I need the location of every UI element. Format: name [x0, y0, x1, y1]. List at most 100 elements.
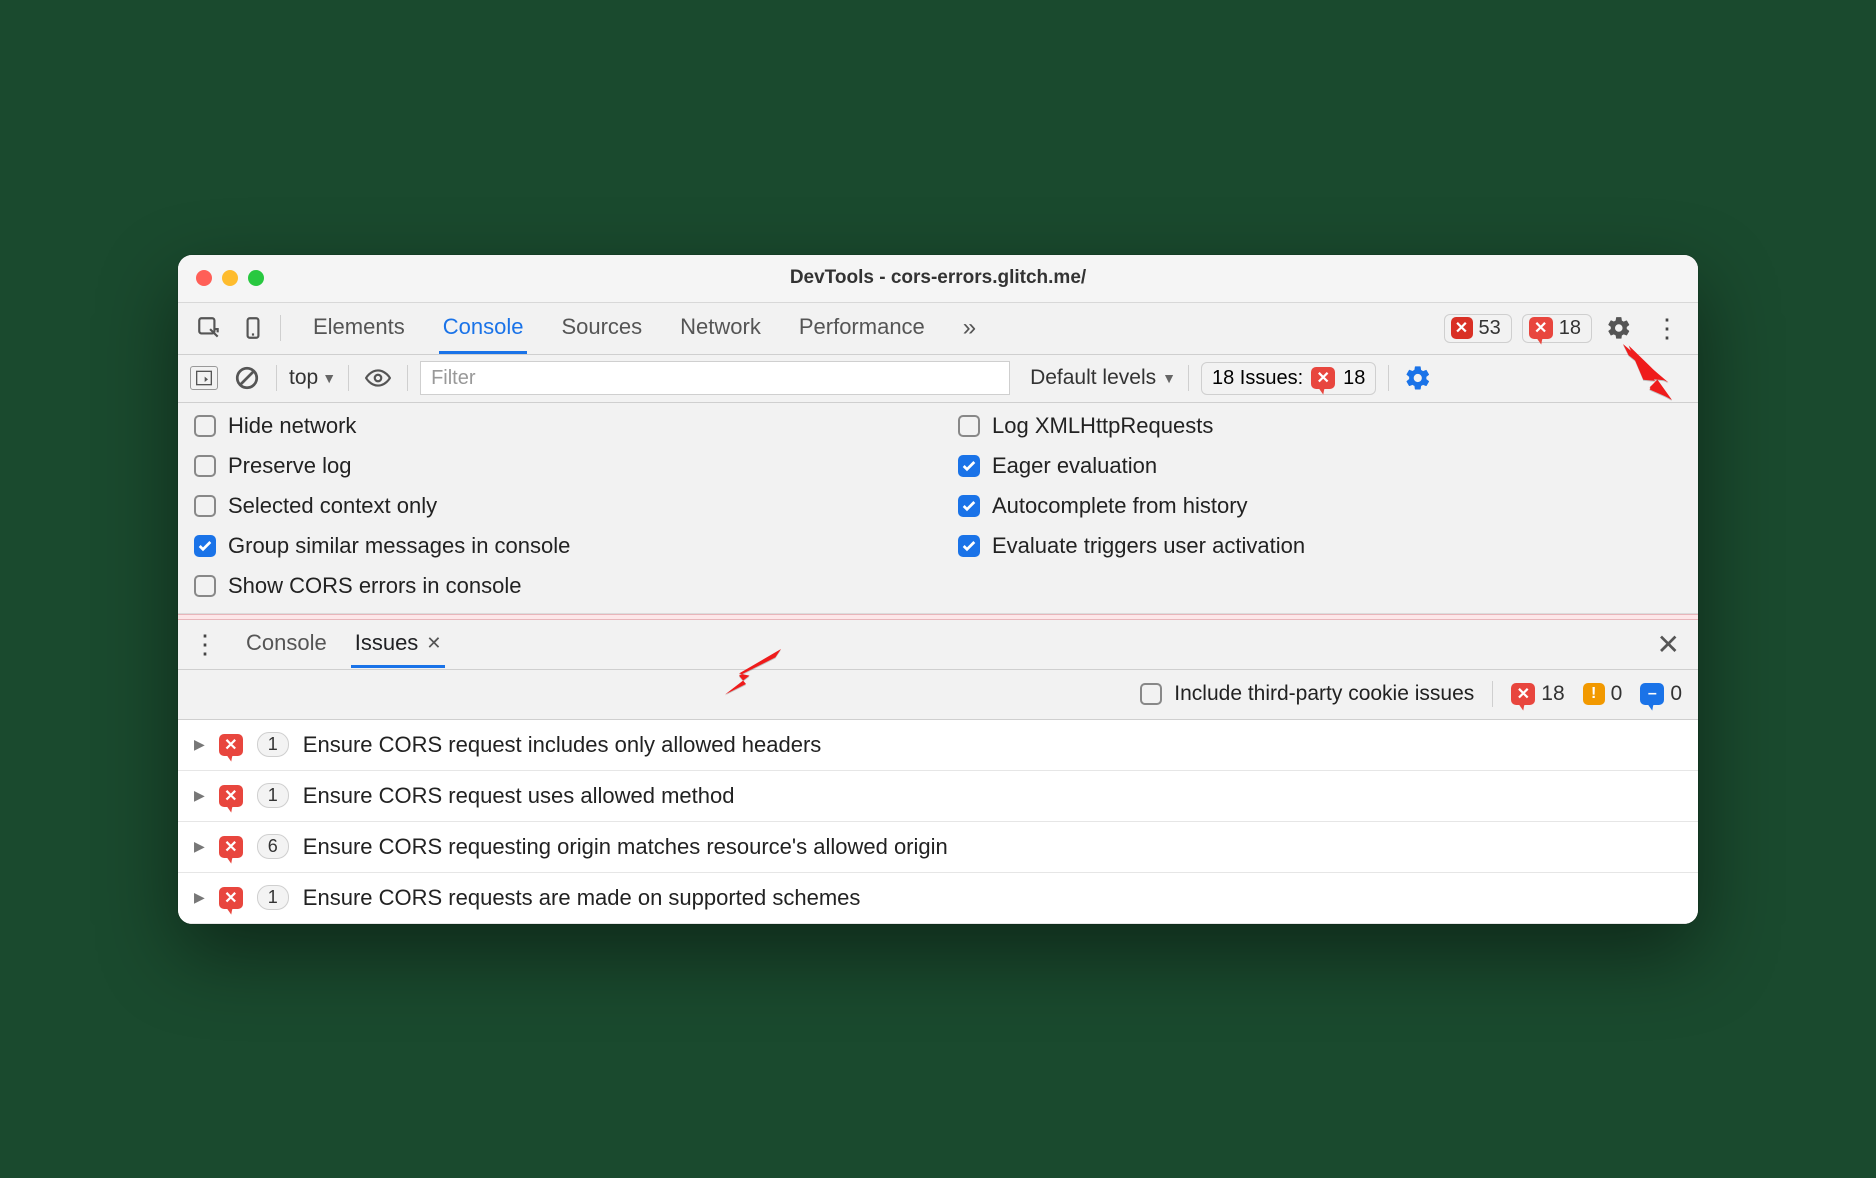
setting-eval-user-activation[interactable]: Evaluate triggers user activation	[958, 533, 1682, 559]
checkbox-icon	[194, 415, 216, 437]
clear-console-icon[interactable]	[230, 361, 264, 395]
issue-count-badge: 1	[257, 783, 289, 808]
levels-label: Default levels	[1030, 366, 1156, 390]
drawer-tabs: ⋮ Console Issues ✕ ✕	[178, 620, 1698, 670]
devtools-window: DevTools - cors-errors.glitch.me/ Elemen…	[178, 255, 1698, 924]
checkbox-icon	[194, 495, 216, 517]
issues-toolbar-pill[interactable]: 18 Issues: ✕ 18	[1201, 362, 1376, 395]
issue-chat-icon: ✕	[219, 785, 243, 807]
filter-input[interactable]	[420, 361, 1010, 395]
expand-icon[interactable]: ▶	[194, 736, 205, 753]
issue-chat-icon: ✕	[1511, 683, 1535, 705]
log-levels-selector[interactable]: Default levels ▼	[1030, 366, 1176, 390]
issues-pill-count: 18	[1343, 367, 1365, 390]
setting-eager-eval[interactable]: Eager evaluation	[958, 453, 1682, 479]
zoom-window-dot[interactable]	[248, 270, 264, 286]
tab-elements[interactable]: Elements	[309, 303, 409, 354]
drawer-tab-issues[interactable]: Issues ✕	[351, 620, 446, 668]
settings-col-right: Log XMLHttpRequests Eager evaluation Aut…	[958, 413, 1682, 599]
checkbox-icon	[958, 415, 980, 437]
tab-network[interactable]: Network	[676, 303, 765, 354]
error-count: 53	[1479, 317, 1501, 340]
issues-count: 18	[1559, 317, 1581, 340]
error-icon: ✕	[1451, 317, 1473, 339]
chevron-down-icon: ▼	[1162, 370, 1176, 386]
context-label: top	[289, 366, 318, 390]
inspect-element-icon[interactable]	[192, 311, 226, 345]
console-settings-gear-icon[interactable]	[1401, 361, 1435, 395]
issue-chat-icon: ✕	[1529, 317, 1553, 339]
issue-count-warnings: !0	[1583, 682, 1623, 706]
titlebar: DevTools - cors-errors.glitch.me/	[178, 255, 1698, 303]
warning-icon: !	[1583, 683, 1605, 705]
issue-count-badge: 1	[257, 732, 289, 757]
setting-log-xhr[interactable]: Log XMLHttpRequests	[958, 413, 1682, 439]
toggle-sidebar-icon[interactable]	[190, 366, 218, 390]
info-chat-icon: –	[1640, 683, 1664, 705]
setting-autocomplete-history[interactable]: Autocomplete from history	[958, 493, 1682, 519]
minimize-window-dot[interactable]	[222, 270, 238, 286]
tab-performance[interactable]: Performance	[795, 303, 929, 354]
issue-count-errors: ✕18	[1511, 682, 1564, 706]
annotation-arrow-icon	[1616, 337, 1686, 412]
checkbox-checked-icon	[958, 495, 980, 517]
issue-row[interactable]: ▶ ✕ 1 Ensure CORS request uses allowed m…	[178, 771, 1698, 822]
window-controls	[196, 270, 264, 286]
live-expression-icon[interactable]	[361, 361, 395, 395]
divider	[280, 315, 281, 341]
issues-count-pill[interactable]: ✕ 18	[1522, 314, 1592, 343]
issue-row[interactable]: ▶ ✕ 1 Ensure CORS request includes only …	[178, 720, 1698, 771]
issue-title: Ensure CORS requests are made on support…	[303, 885, 861, 911]
tab-sources[interactable]: Sources	[557, 303, 646, 354]
issue-title: Ensure CORS requesting origin matches re…	[303, 834, 948, 860]
issue-row[interactable]: ▶ ✕ 6 Ensure CORS requesting origin matc…	[178, 822, 1698, 873]
close-drawer-icon[interactable]: ✕	[1649, 628, 1688, 661]
issues-toolbar: Include third-party cookie issues ✕18 !0…	[178, 670, 1698, 720]
context-selector[interactable]: top ▼	[289, 366, 336, 390]
divider	[1492, 681, 1493, 707]
main-tabs-row: Elements Console Sources Network Perform…	[178, 303, 1698, 355]
settings-col-left: Hide network Preserve log Selected conte…	[194, 413, 918, 599]
issue-chat-icon: ✕	[219, 734, 243, 756]
setting-preserve-log[interactable]: Preserve log	[194, 453, 918, 479]
issues-label: 18 Issues:	[1212, 367, 1303, 390]
issue-chat-icon: ✕	[219, 836, 243, 858]
error-count-pill[interactable]: ✕ 53	[1444, 314, 1512, 343]
device-toolbar-icon[interactable]	[236, 311, 270, 345]
issue-chat-icon: ✕	[219, 887, 243, 909]
checkbox-checked-icon	[194, 535, 216, 557]
expand-icon[interactable]: ▶	[194, 889, 205, 906]
setting-selected-context[interactable]: Selected context only	[194, 493, 918, 519]
issue-count-info: –0	[1640, 682, 1682, 706]
issue-row[interactable]: ▶ ✕ 1 Ensure CORS requests are made on s…	[178, 873, 1698, 924]
checkbox-icon	[194, 575, 216, 597]
close-tab-icon[interactable]: ✕	[426, 633, 441, 654]
divider	[407, 365, 408, 391]
main-tabs: Elements Console Sources Network Perform…	[309, 303, 980, 354]
divider	[1388, 365, 1389, 391]
divider	[1188, 365, 1189, 391]
issue-count-badge: 6	[257, 834, 289, 859]
issue-list[interactable]: ▶ ✕ 1 Ensure CORS request includes only …	[178, 720, 1698, 924]
setting-hide-network[interactable]: Hide network	[194, 413, 918, 439]
include-third-party-checkbox[interactable]: Include third-party cookie issues	[1140, 682, 1474, 706]
checkbox-checked-icon	[958, 455, 980, 477]
tab-console[interactable]: Console	[439, 303, 528, 354]
drawer-tab-console[interactable]: Console	[242, 620, 331, 668]
expand-icon[interactable]: ▶	[194, 787, 205, 804]
expand-icon[interactable]: ▶	[194, 838, 205, 855]
chevron-down-icon: ▼	[322, 370, 336, 386]
checkbox-checked-icon	[958, 535, 980, 557]
drawer-more-icon[interactable]: ⋮	[188, 629, 222, 660]
annotation-arrow-icon	[718, 635, 788, 710]
window-title: DevTools - cors-errors.glitch.me/	[178, 267, 1698, 289]
close-window-dot[interactable]	[196, 270, 212, 286]
divider	[348, 365, 349, 391]
setting-group-similar[interactable]: Group similar messages in console	[194, 533, 918, 559]
setting-show-cors-errors[interactable]: Show CORS errors in console	[194, 573, 918, 599]
console-toolbar: top ▼ Default levels ▼ 18 Issues: ✕ 18	[178, 355, 1698, 403]
tabs-overflow[interactable]: »	[959, 303, 980, 354]
checkbox-icon	[1140, 683, 1162, 705]
issue-count-badge: 1	[257, 885, 289, 910]
console-settings-panel: Hide network Preserve log Selected conte…	[178, 403, 1698, 614]
